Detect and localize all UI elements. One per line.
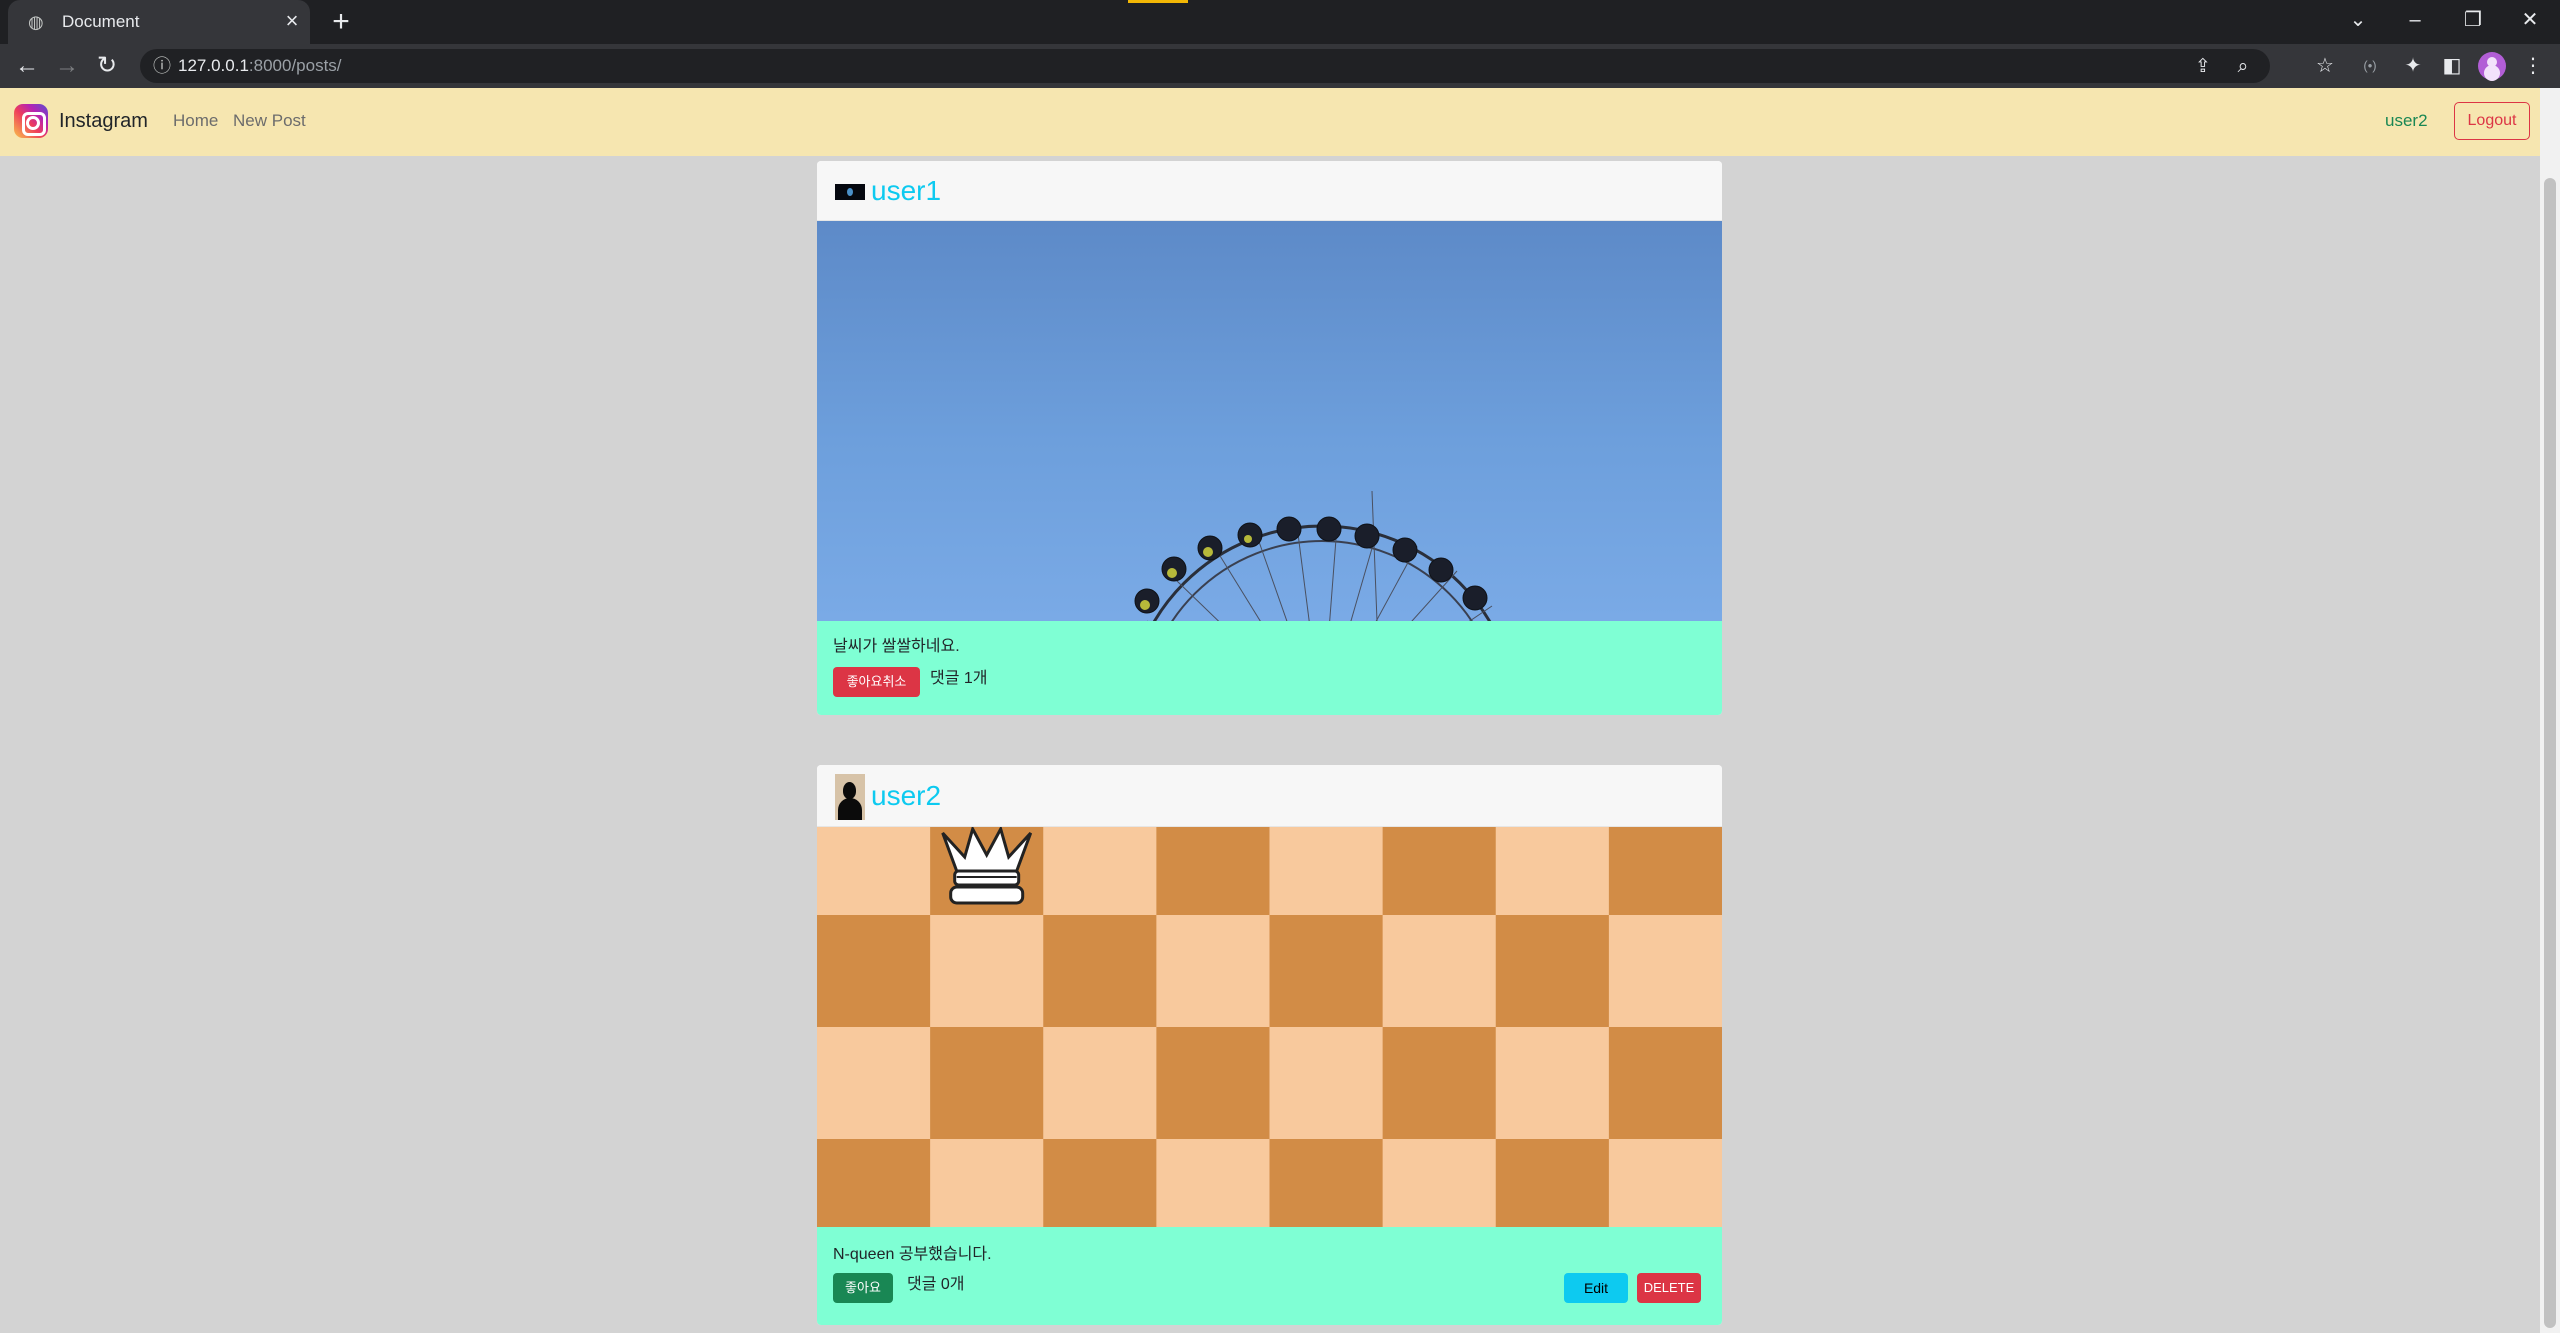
post-image[interactable] [817, 827, 1722, 1227]
board-square [1382, 915, 1497, 1027]
author-username[interactable]: user2 [871, 780, 941, 812]
nav-home-link[interactable]: Home [173, 111, 218, 131]
forward-button[interactable]: → [52, 51, 82, 81]
browser-toolbar: ← → ↻ ⓘ 127.0.0.1:8000/posts/ ⌕ ⇪ ☆ (•) … [0, 44, 2560, 88]
board-square [1382, 1139, 1497, 1227]
board-square [1043, 1027, 1157, 1139]
board-square [1608, 827, 1722, 915]
board-square [1495, 827, 1610, 915]
media-icon[interactable]: (•) [2355, 51, 2385, 81]
board-square [1495, 1027, 1610, 1139]
post-footer: N-queen 공부했습니다. 좋아요 댓글 0개 Edit DELETE [817, 1227, 1722, 1325]
browser-tab-bar: ◍ Document × + ⌄ – ❐ ✕ [0, 0, 2560, 44]
url-text[interactable]: 127.0.0.1:8000/posts/ [178, 56, 342, 76]
board-square [930, 915, 1044, 1027]
back-button[interactable]: ← [12, 51, 42, 81]
board-square [1495, 915, 1610, 1027]
board-square [1269, 827, 1384, 915]
reload-button[interactable]: ↻ [92, 51, 122, 81]
author-username[interactable]: user1 [871, 175, 941, 207]
board-square [1608, 1027, 1722, 1139]
author-avatar [835, 184, 865, 200]
post-card: user2 N-queen 공부했습니다. 좋아요 댓글 0개 Edit DEL… [817, 765, 1722, 1325]
tab-search-indicator [1128, 0, 1188, 3]
ferris-wheel-image [1134, 490, 1493, 621]
close-window-button[interactable]: ✕ [2510, 4, 2550, 36]
instagram-logo-icon[interactable] [14, 104, 48, 138]
site-info-icon[interactable]: ⓘ [150, 54, 174, 78]
board-square [1043, 827, 1157, 915]
profile-avatar[interactable] [2478, 52, 2506, 80]
board-square [1269, 915, 1384, 1027]
new-tab-button[interactable]: + [325, 6, 357, 38]
edit-post-button[interactable]: Edit [1564, 1273, 1628, 1303]
tab-search-chevron-icon[interactable]: ⌄ [2338, 4, 2378, 36]
board-square [930, 1139, 1044, 1227]
close-tab-icon[interactable]: × [280, 9, 304, 33]
delete-post-button[interactable]: DELETE [1637, 1273, 1701, 1303]
board-square [1043, 915, 1157, 1027]
post-image[interactable] [817, 221, 1722, 621]
nav-new-post-link[interactable]: New Post [233, 111, 306, 131]
board-square [1156, 915, 1271, 1027]
side-panel-icon[interactable]: ◧ [2437, 51, 2467, 81]
chessboard-image [817, 827, 1722, 1227]
scrollbar-thumb[interactable] [2544, 178, 2556, 1328]
browser-tab[interactable]: ◍ Document × [8, 0, 310, 44]
board-square [817, 1027, 931, 1139]
bookmark-star-icon[interactable]: ☆ [2310, 51, 2340, 81]
board-square [1156, 827, 1271, 915]
share-icon[interactable]: ⇪ [2190, 54, 2216, 80]
post-header: user1 [817, 161, 1722, 221]
board-square [817, 915, 931, 1027]
board-square [817, 1139, 931, 1227]
extensions-icon[interactable]: ✦ [2398, 51, 2428, 81]
page-scrollbar[interactable] [2540, 88, 2560, 1333]
board-square [1269, 1027, 1384, 1139]
board-square [1495, 1139, 1610, 1227]
board-square [1269, 1139, 1384, 1227]
menu-kebab-icon[interactable]: ⋮ [2518, 51, 2548, 81]
board-square [1382, 827, 1497, 915]
zoom-icon[interactable]: ⌕ [2230, 54, 2256, 80]
page-viewport: Instagram Home New Post user2 Logout use… [0, 88, 2540, 1333]
post-caption: 날씨가 쌀쌀하네요. [833, 638, 960, 655]
post-caption: N-queen 공부했습니다. [833, 1246, 992, 1263]
site-navbar: Instagram Home New Post user2 Logout [0, 88, 2540, 156]
board-square [1608, 1139, 1722, 1227]
board-square [1156, 1027, 1271, 1139]
board-square [817, 827, 931, 915]
unlike-button[interactable]: 좋아요취소 [833, 667, 920, 697]
current-user-link[interactable]: user2 [2385, 111, 2428, 131]
minimize-button[interactable]: – [2395, 4, 2435, 36]
logout-button[interactable]: Logout [2454, 102, 2530, 140]
address-bar[interactable]: ⓘ 127.0.0.1:8000/posts/ ⌕ ⇪ [140, 49, 2270, 83]
board-square [1156, 1139, 1271, 1227]
board-square [930, 1027, 1044, 1139]
like-button[interactable]: 좋아요 [833, 1273, 893, 1303]
author-avatar [835, 774, 865, 820]
post-card: user1 날씨가 쌀쌀하네요. 좋아요취소 댓글 1개 [817, 161, 1722, 715]
post-header: user2 [817, 765, 1722, 827]
brand-link[interactable]: Instagram [59, 109, 148, 133]
comment-count[interactable]: 댓글 0개 [907, 1275, 965, 1295]
globe-icon: ◍ [28, 12, 44, 32]
board-square [1608, 915, 1722, 1027]
post-footer: 날씨가 쌀쌀하네요. 좋아요취소 댓글 1개 [817, 621, 1722, 715]
tab-title: Document [62, 12, 140, 31]
comment-count[interactable]: 댓글 1개 [930, 669, 988, 689]
board-square [1043, 1139, 1157, 1227]
board-square [1382, 1027, 1497, 1139]
restore-button[interactable]: ❐ [2453, 4, 2493, 36]
